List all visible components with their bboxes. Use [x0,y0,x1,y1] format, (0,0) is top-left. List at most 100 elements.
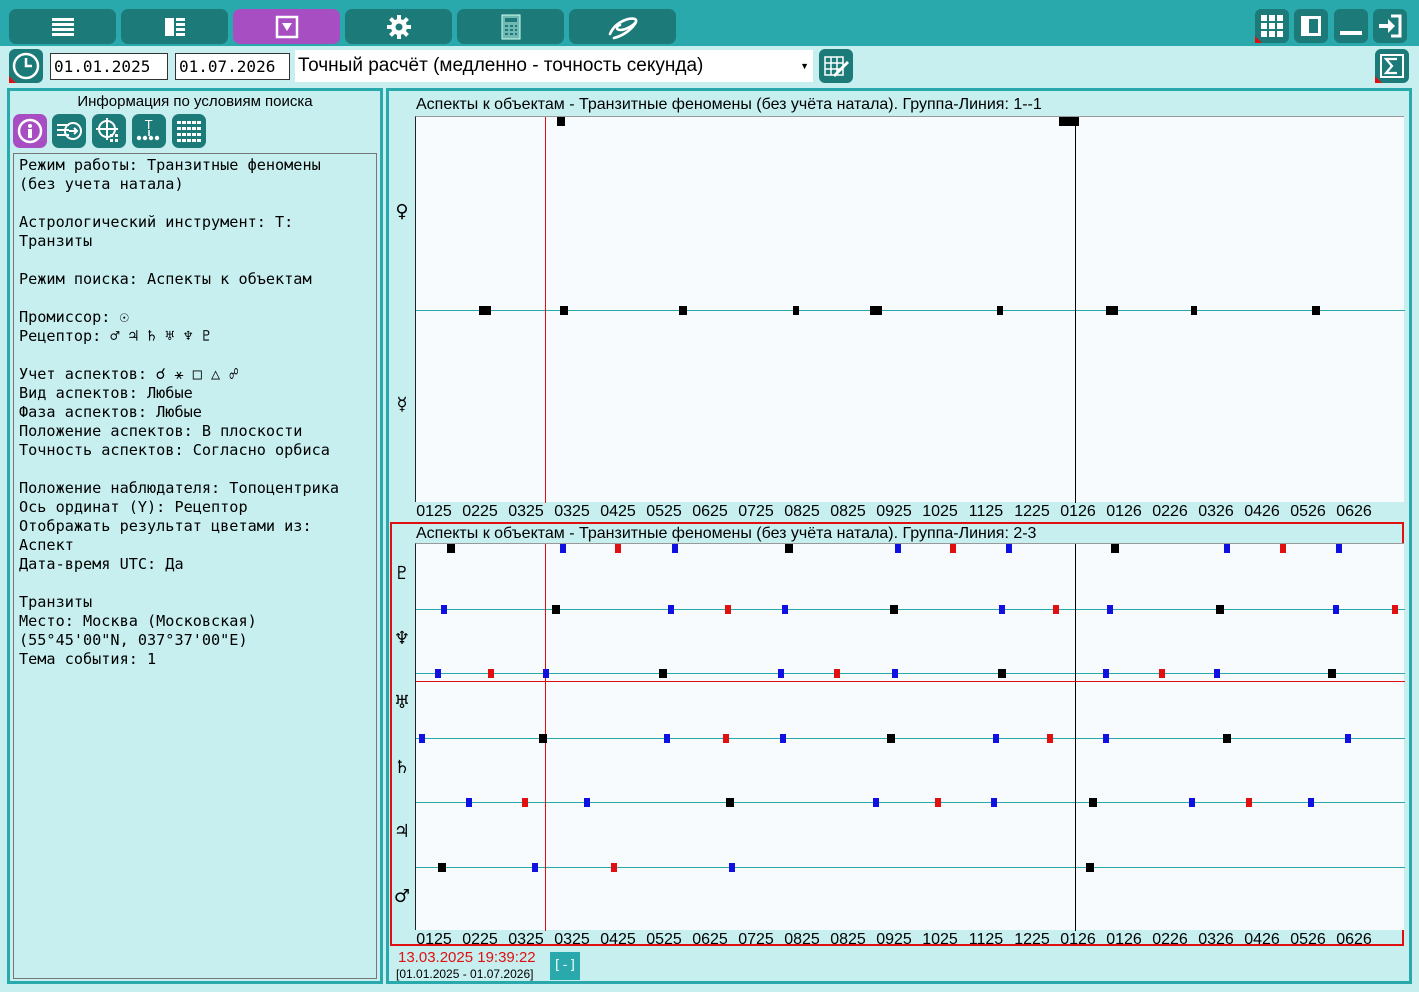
row-label-1: ☿ [396,393,408,415]
aspect-mark[interactable] [869,306,882,315]
aspect-mark[interactable] [446,544,455,553]
aspect-mark[interactable] [1086,862,1095,872]
aspect-mark[interactable] [892,669,899,678]
aspect-mark[interactable] [873,798,880,807]
aspect-mark[interactable] [1159,669,1166,678]
aspect-mark[interactable] [522,798,529,807]
aspect-mark[interactable] [890,604,899,614]
timeline-tool-button[interactable]: T [132,114,166,148]
aspect-mark[interactable] [664,733,671,743]
aspect-mark[interactable] [729,862,736,872]
settings-button[interactable] [345,9,452,44]
aspect-mark[interactable] [418,733,425,743]
aspect-mark[interactable] [532,862,539,872]
aspect-mark[interactable] [434,669,441,678]
aspect-mark[interactable] [1107,604,1114,614]
chart2-plot[interactable] [415,543,1405,931]
aspect-mark[interactable] [993,733,1000,743]
aspect-mark[interactable] [777,669,784,678]
aspect-mark[interactable] [1222,733,1231,743]
aspect-mark[interactable] [584,798,591,807]
aspect-mark[interactable] [996,306,1003,315]
aspect-mark[interactable] [466,798,473,807]
aspect-mark[interactable] [886,733,895,743]
aspect-mark[interactable] [1280,544,1287,553]
aspect-mark[interactable] [834,669,841,678]
aspect-mark[interactable] [441,604,448,614]
time-cursor[interactable] [545,117,547,503]
grid-button[interactable] [1255,9,1289,43]
aspect-mark[interactable] [793,306,800,315]
aspect-mark[interactable] [724,604,731,614]
aspect-mark[interactable] [1189,798,1196,807]
aspect-mark[interactable] [1245,798,1252,807]
aspect-mark[interactable] [679,306,688,315]
menu-button[interactable] [9,9,116,44]
aspect-mark[interactable] [722,733,729,743]
aspect-mark[interactable] [935,798,942,807]
aspect-mark[interactable] [1103,733,1110,743]
aspect-mark[interactable] [1214,669,1221,678]
aspect-mark[interactable] [991,798,998,807]
minimize-button[interactable] [1334,9,1368,43]
list-tool-button[interactable] [172,114,206,148]
aspect-mark[interactable] [725,798,734,807]
aspect-mark[interactable] [1311,306,1320,315]
aspect-mark[interactable] [999,604,1006,614]
aspect-mark[interactable] [560,306,569,315]
aspect-mark[interactable] [781,604,788,614]
aspect-mark[interactable] [779,733,786,743]
aspect-mark[interactable] [1307,798,1314,807]
import-tool-button[interactable] [52,114,86,148]
aspect-mark[interactable] [1103,669,1110,678]
aspect-mark[interactable] [1332,604,1339,614]
aspect-mark[interactable] [672,544,679,553]
info-tool-button[interactable] [13,114,47,148]
aspect-mark[interactable] [437,862,446,872]
aspect-mark[interactable] [998,669,1007,678]
aspect-mark[interactable] [659,669,668,678]
aspect-mark[interactable] [1345,733,1352,743]
target-grid-tool-button[interactable] [92,114,126,148]
aspect-mark[interactable] [1089,798,1098,807]
aspect-mark[interactable] [1053,604,1060,614]
chart1-plot[interactable] [415,116,1405,503]
aspect-mark[interactable] [950,544,957,553]
aspect-mark[interactable] [1191,306,1197,315]
aspect-mark[interactable] [1110,544,1119,553]
aspect-mark[interactable] [1005,544,1012,553]
start-date-input[interactable]: 01.01.2025 [50,53,168,80]
aspect-mark[interactable] [487,669,494,678]
aspect-mark[interactable] [784,544,793,553]
table-view-button[interactable] [121,9,228,44]
aspect-mark[interactable] [1058,117,1079,126]
clock-button[interactable] [9,49,43,83]
aspect-mark[interactable] [1047,733,1054,743]
exit-button[interactable] [1373,9,1407,43]
aspect-mark[interactable] [1336,544,1343,553]
aspect-mark[interactable] [894,544,901,553]
calc-mode-select[interactable]: Точный расчёт (медленно - точность секун… [295,50,813,82]
panel-toggle-button[interactable] [1294,9,1328,43]
logo-button[interactable] [569,9,676,44]
aspect-mark[interactable] [1223,544,1230,553]
aspect-mark[interactable] [1392,604,1399,614]
aspect-mark[interactable] [1328,669,1337,678]
aspect-mark[interactable] [615,544,622,553]
aspect-mark[interactable] [479,306,492,315]
calculator-button[interactable] [457,9,564,44]
aspect-mark[interactable] [538,733,547,743]
aspect-mark[interactable] [1105,306,1118,315]
aspect-mark[interactable] [611,862,618,872]
collapse-toggle-button[interactable]: [-] [550,952,580,980]
aspect-mark[interactable] [560,544,567,553]
aspect-mark[interactable] [542,669,549,678]
aspect-mark[interactable] [557,117,566,126]
aspect-mark[interactable] [668,604,675,614]
sum-button[interactable] [1375,49,1409,83]
aspect-mark[interactable] [552,604,561,614]
end-date-input[interactable]: 01.07.2026 [175,53,290,80]
calculate-button[interactable] [819,49,853,83]
filter-button[interactable] [233,9,340,44]
aspect-mark[interactable] [1216,604,1225,614]
